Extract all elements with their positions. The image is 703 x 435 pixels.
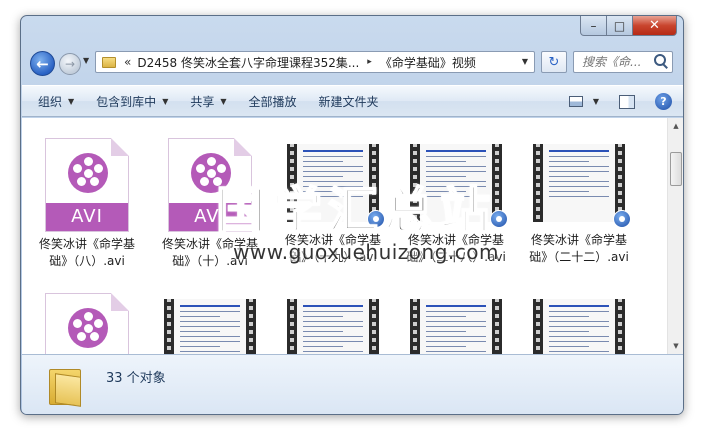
search-box[interactable]: [573, 51, 673, 73]
breadcrumb-separator-icon[interactable]: ▸: [367, 57, 372, 67]
video-thumbnail: [410, 144, 508, 228]
back-arrow-icon: ←: [36, 54, 49, 73]
organize-label: 组织: [38, 94, 63, 109]
file-item[interactable]: [278, 293, 388, 354]
address-overflow-chevron[interactable]: «: [124, 55, 131, 69]
video-thumbnail: [533, 299, 625, 354]
scroll-down-icon[interactable]: ▼: [668, 338, 683, 354]
organize-button[interactable]: 组织 ▼: [38, 93, 74, 110]
scroll-thumb[interactable]: [670, 152, 682, 186]
file-item[interactable]: AVI 佟笑冰讲《命学基础》（十）.avi: [155, 138, 265, 270]
chevron-down-icon: ▼: [162, 96, 169, 106]
video-thumbnail: [287, 299, 379, 354]
media-player-icon: [613, 210, 631, 228]
file-item[interactable]: [155, 293, 265, 354]
file-item[interactable]: [401, 293, 511, 354]
folder-icon: [49, 369, 81, 407]
help-button[interactable]: ?: [655, 93, 672, 110]
scroll-up-icon[interactable]: ▲: [668, 118, 683, 134]
file-name: 佟笑冰讲《命学基础》（十九）.avi: [284, 233, 381, 264]
file-item[interactable]: AVI 佟笑冰讲《命学基础》（八）.avi: [32, 138, 142, 270]
forward-arrow-icon: →: [64, 57, 76, 71]
close-button[interactable]: ✕: [633, 16, 677, 36]
file-name: 佟笑冰讲《命学基础》（八）.avi: [38, 237, 135, 268]
file-item[interactable]: 佟笑冰讲《命学基础》（二十八）.avi: [401, 138, 511, 266]
film-reel-icon: [68, 153, 108, 193]
breadcrumb-segment-parent[interactable]: D2458 佟笑冰全套八字命理课程352集...: [137, 54, 359, 71]
video-thumbnail: [533, 144, 631, 228]
film-reel-icon: [191, 153, 231, 193]
preview-pane-icon[interactable]: [619, 94, 635, 109]
film-reel-icon: [68, 308, 108, 348]
file-list-area[interactable]: AVI 佟笑冰讲《命学基础》（八）.avi AVI 佟笑冰讲《命学基础》（十）.avi…: [22, 118, 683, 354]
chevron-down-icon: ▼: [68, 96, 75, 106]
avi-badge: AVI: [46, 203, 128, 231]
share-button[interactable]: 共享 ▼: [190, 93, 226, 110]
help-icon: ?: [660, 95, 667, 108]
minimize-button[interactable]: –: [580, 16, 607, 36]
recent-pages-dropdown[interactable]: ▼: [83, 56, 89, 65]
toolbar-right-group: ▼ ?: [568, 93, 672, 110]
share-label: 共享: [190, 94, 215, 109]
back-button[interactable]: ←: [30, 51, 55, 76]
search-input[interactable]: [582, 55, 646, 69]
details-pane: 33 个对象: [22, 354, 683, 414]
file-name: 佟笑冰讲《命学基础》（二十八）.avi: [406, 233, 506, 264]
include-in-library-button[interactable]: 包含到库中 ▼: [96, 93, 168, 110]
refresh-button[interactable]: ↻: [541, 51, 567, 73]
avi-file-icon: AVI: [45, 138, 129, 232]
address-bar[interactable]: « D2458 佟笑冰全套八字命理课程352集... ▸ 《命学基础》视频 ▼: [95, 51, 535, 73]
navigation-bar: ← → ▼ « D2458 佟笑冰全套八字命理课程352集... ▸ 《命学基础…: [21, 48, 683, 78]
file-name: 佟笑冰讲《命学基础》（十）.avi: [161, 237, 258, 268]
new-folder-label: 新建文件夹: [318, 94, 379, 109]
file-item[interactable]: 佟笑冰讲《命学基础》（二十二）.avi: [524, 138, 634, 266]
play-all-button[interactable]: 全部播放: [249, 93, 297, 110]
views-dropdown-icon[interactable]: ▼: [593, 97, 599, 106]
item-count: 33 个对象: [106, 371, 166, 386]
explorer-window: – □ ✕ ← → ▼ « D2458 佟笑冰全套八字命理课程352集... ▸…: [20, 15, 684, 415]
file-item[interactable]: AVI: [32, 293, 142, 354]
breadcrumb-segment-current[interactable]: 《命学基础》视频: [380, 54, 476, 71]
command-toolbar: 组织 ▼ 包含到库中 ▼ 共享 ▼ 全部播放 新建文件夹 ▼ ?: [22, 85, 683, 117]
chevron-down-icon: ▼: [220, 96, 227, 106]
include-in-library-label: 包含到库中: [96, 94, 157, 109]
video-thumbnail: [164, 299, 256, 354]
file-name: 佟笑冰讲《命学基础》（二十二）.avi: [529, 233, 629, 264]
video-thumbnail: [410, 299, 502, 354]
forward-button[interactable]: →: [59, 53, 81, 75]
address-dropdown-icon[interactable]: ▼: [522, 57, 528, 66]
vertical-scrollbar[interactable]: ▲ ▼: [667, 118, 683, 354]
video-thumbnail: [287, 144, 385, 228]
avi-file-icon: AVI: [168, 138, 252, 232]
file-item[interactable]: 佟笑冰讲《命学基础》（十九）.avi: [278, 138, 388, 266]
avi-badge: AVI: [169, 203, 251, 231]
avi-file-icon: AVI: [45, 293, 129, 354]
refresh-icon: ↻: [548, 54, 560, 70]
media-player-icon: [367, 210, 385, 228]
caption-buttons: – □ ✕: [580, 16, 677, 36]
new-folder-button[interactable]: 新建文件夹: [319, 93, 379, 110]
search-icon[interactable]: [654, 54, 668, 68]
maximize-button[interactable]: □: [607, 16, 633, 36]
folder-icon: [102, 56, 116, 68]
play-all-label: 全部播放: [248, 94, 297, 109]
file-item[interactable]: [524, 293, 634, 354]
media-player-icon: [490, 210, 508, 228]
views-icon[interactable]: [568, 96, 583, 107]
